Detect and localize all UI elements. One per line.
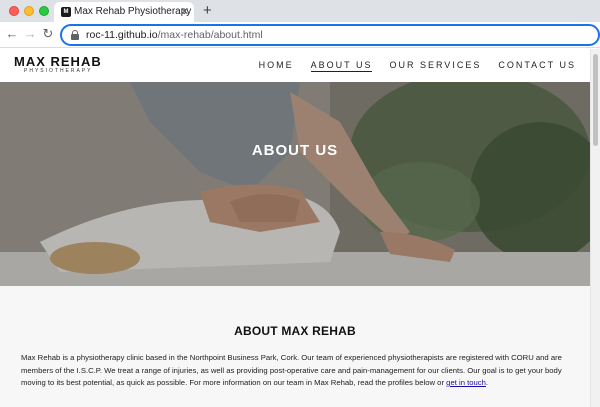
back-button[interactable]: ← xyxy=(4,26,20,42)
logo-main-text: MAX REHAB xyxy=(14,54,102,69)
url-host: roc-11.github.io xyxy=(86,29,158,41)
browser-toolbar: ← → ↻ roc-11.github.io/max-rehab/about.h… xyxy=(0,22,600,48)
hero-banner: ABOUT US xyxy=(0,82,590,286)
browser-tab-strip: M Max Rehab Physiotherapy ✕ + xyxy=(0,0,600,22)
favicon-icon: M xyxy=(61,7,71,17)
hero-overlay xyxy=(0,82,590,286)
nav-contact-us[interactable]: CONTACT US xyxy=(498,60,576,72)
close-icon[interactable]: ✕ xyxy=(180,5,189,19)
url-text[interactable]: roc-11.github.io/max-rehab/about.html xyxy=(86,29,263,41)
forward-button[interactable]: → xyxy=(22,26,38,42)
url-path: /max-rehab/about.html xyxy=(157,29,263,41)
site-logo[interactable]: MAX REHAB PHYSIOTHERAPY xyxy=(14,55,102,75)
nav-home[interactable]: HOME xyxy=(259,60,294,72)
lock-icon[interactable] xyxy=(71,30,79,40)
scrollbar-thumb[interactable] xyxy=(593,54,598,146)
logo-sub-text: PHYSIOTHERAPY xyxy=(24,68,93,74)
nav-about-us[interactable]: ABOUT US xyxy=(310,60,373,72)
page-title: ABOUT US xyxy=(251,142,339,159)
tab-title: Max Rehab Physiotherapy xyxy=(74,6,192,17)
site-header: MAX REHAB PHYSIOTHERAPY HOME ABOUT US OU… xyxy=(0,49,590,82)
section-title: ABOUT MAX REHAB xyxy=(234,324,356,338)
minimize-window-button[interactable] xyxy=(24,6,34,16)
about-body-end: . xyxy=(485,378,489,387)
about-paragraph: Max Rehab is a physiotherapy clinic base… xyxy=(21,352,575,390)
browser-tab[interactable]: M Max Rehab Physiotherapy ✕ xyxy=(54,2,194,22)
reload-button[interactable]: ↻ xyxy=(40,26,56,42)
web-page: MAX REHAB PHYSIOTHERAPY HOME ABOUT US OU… xyxy=(0,49,590,407)
close-window-button[interactable] xyxy=(9,6,19,16)
about-section: ABOUT MAX REHAB Max Rehab is a physiothe… xyxy=(0,286,590,407)
get-in-touch-link[interactable]: get in touch xyxy=(446,378,486,387)
nav-our-services[interactable]: OUR SERVICES xyxy=(389,60,481,72)
page-scrollbar[interactable] xyxy=(590,49,600,407)
new-tab-button[interactable]: + xyxy=(203,2,212,20)
address-bar[interactable]: roc-11.github.io/max-rehab/about.html xyxy=(60,24,600,46)
main-nav: HOME ABOUT US OUR SERVICES CONTACT US xyxy=(242,60,576,72)
maximize-window-button[interactable] xyxy=(39,6,49,16)
